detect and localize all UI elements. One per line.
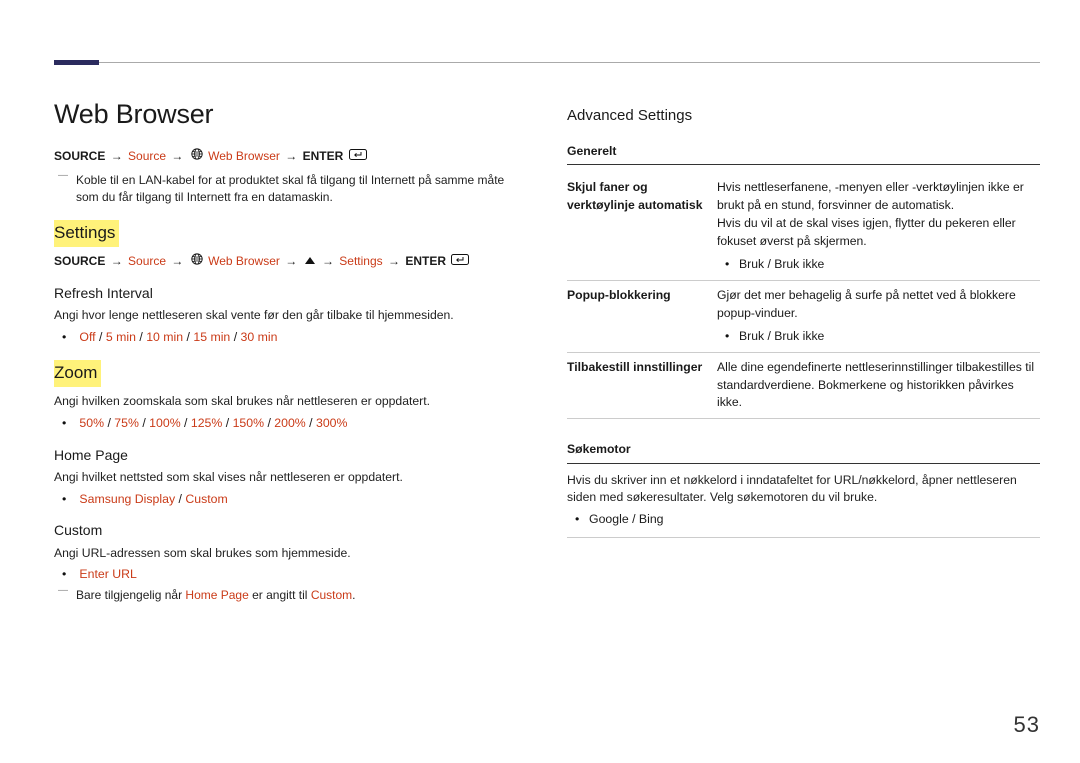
up-arrow-icon (305, 257, 315, 264)
refresh-opt: 10 min (146, 330, 183, 344)
refresh-options: Off / 5 min / 10 min / 15 min / 30 min (76, 329, 527, 347)
nav2-enter: ENTER (405, 254, 446, 268)
row-val: Gjør det mer behagelig å surfe på nettet… (717, 280, 1040, 352)
refresh-opt: 30 min (241, 330, 278, 344)
row-text: Alle dine egendefinerte nettleserinnstil… (717, 359, 1040, 412)
nav2-settings-accent: Settings (339, 254, 382, 268)
refresh-text: Angi hvor lenge nettleseren skal vente f… (54, 307, 527, 325)
nav-path-2: SOURCE → Source → Web Browser → → Settin… (54, 253, 527, 271)
zoom-options: 50% / 75% / 100% / 125% / 150% / 200% / … (76, 415, 527, 433)
home-heading: Home Page (54, 445, 527, 465)
row-val: Hvis nettleserfanene, -menyen eller -ver… (717, 173, 1040, 280)
row-key: Tilbakestill innstillinger (567, 352, 717, 418)
generelt-label: Generelt (567, 143, 1040, 161)
row-opt: Bruk / Bruk ikke (739, 328, 1040, 346)
settings-heading: Settings (54, 220, 119, 247)
home-opt: Custom (185, 492, 227, 506)
divider (567, 463, 1040, 464)
globe-icon (191, 148, 203, 165)
nav-source-label: SOURCE (54, 149, 105, 163)
nav-enter: ENTER (303, 149, 344, 163)
table-row: Popup-blokkering Gjør det mer behagelig … (567, 280, 1040, 352)
right-column: Advanced Settings Generelt Skjul faner o… (567, 95, 1040, 605)
advanced-heading: Advanced Settings (567, 105, 1040, 127)
refresh-heading: Refresh Interval (54, 283, 527, 303)
zoom-opt: 300% (316, 416, 347, 430)
custom-opt: Enter URL (79, 567, 136, 581)
sokemotor-label: Søkemotor (567, 441, 1040, 459)
divider (567, 537, 1040, 538)
custom-note-pre: Bare tilgjengelig når (76, 588, 185, 602)
custom-note-post: . (352, 588, 355, 602)
row-opt: Bruk / Bruk ikke (739, 256, 1040, 274)
row-text: Hvis nettleserfanene, -menyen eller -ver… (717, 179, 1040, 214)
left-column: Web Browser SOURCE → Source → Web Browse… (54, 95, 527, 605)
row-text: Hvis du vil at de skal vises igjen, flyt… (717, 215, 1040, 250)
enter-icon (349, 148, 367, 165)
nav2-source-label: SOURCE (54, 254, 105, 268)
row-key: Popup-blokkering (567, 280, 717, 352)
refresh-opt: Off (79, 330, 95, 344)
zoom-opt: 50% (79, 416, 104, 430)
home-opt: Samsung Display (79, 492, 175, 506)
nav2-web-accent: Web Browser (208, 254, 280, 268)
nav-web-accent: Web Browser (208, 149, 280, 163)
zoom-opt: 125% (191, 416, 222, 430)
table-row: Tilbakestill innstillinger Alle dine ege… (567, 352, 1040, 418)
refresh-opt: 15 min (193, 330, 230, 344)
home-text: Angi hvilket nettsted som skal vises når… (54, 469, 527, 487)
enter-icon (451, 253, 469, 270)
nav-path-1: SOURCE → Source → Web Browser → ENTER (54, 148, 527, 166)
page-title: Web Browser (54, 95, 527, 134)
globe-icon (191, 253, 203, 270)
custom-heading: Custom (54, 520, 527, 540)
custom-note-mid: er angitt til (249, 588, 311, 602)
top-horizontal-rule (54, 62, 1040, 63)
nav1-note: Koble til en LAN-kabel for at produktet … (54, 172, 527, 207)
custom-text: Angi URL-adressen som skal brukes som hj… (54, 545, 527, 563)
row-key: Skjul faner og verktøylinje automatisk (567, 173, 717, 280)
sokemotor-text: Hvis du skriver inn et nøkkelord i innda… (567, 472, 1040, 507)
sokemotor-opt: Google / Bing (589, 511, 1040, 529)
zoom-text: Angi hvilken zoomskala som skal brukes n… (54, 393, 527, 411)
zoom-opt: 150% (233, 416, 264, 430)
nav-source-accent: Source (128, 149, 166, 163)
row-text: Gjør det mer behagelig å surfe på nettet… (717, 287, 1040, 322)
custom-option: Enter URL (76, 566, 527, 584)
row-val: Alle dine egendefinerte nettleserinnstil… (717, 352, 1040, 418)
divider (567, 164, 1040, 165)
nav2-source-accent: Source (128, 254, 166, 268)
page-number: 53 (1014, 709, 1040, 741)
custom-note-hp: Home Page (185, 588, 248, 602)
refresh-opt: 5 min (106, 330, 136, 344)
zoom-opt: 200% (274, 416, 305, 430)
custom-note-custom: Custom (311, 588, 352, 602)
home-options: Samsung Display / Custom (76, 491, 527, 509)
zoom-heading: Zoom (54, 360, 101, 387)
zoom-opt: 75% (114, 416, 139, 430)
custom-note: Bare tilgjengelig når Home Page er angit… (54, 587, 527, 604)
page-body: Web Browser SOURCE → Source → Web Browse… (54, 95, 1040, 605)
top-accent-bar (54, 60, 99, 65)
generelt-table: Skjul faner og verktøylinje automatisk H… (567, 173, 1040, 419)
zoom-opt: 100% (149, 416, 180, 430)
table-row: Skjul faner og verktøylinje automatisk H… (567, 173, 1040, 280)
